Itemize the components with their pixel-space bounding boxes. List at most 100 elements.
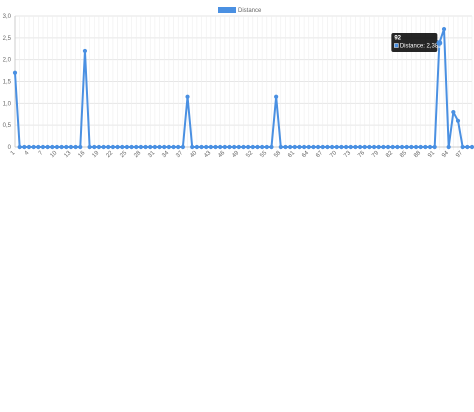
data-point: [325, 144, 330, 150]
data-point: [441, 27, 447, 32]
data-point: [31, 144, 36, 150]
y-tick-label: 1,5: [3, 80, 12, 86]
x-tick-label: 97: [455, 150, 464, 159]
line-chart: 00,51,01,52,02,53,01 4 7 10 13 16 19 22 25 28 31 34…: [3, 7, 474, 159]
data-point: [227, 144, 232, 150]
data-point: [194, 144, 199, 150]
legend-swatch: [218, 7, 236, 13]
data-point: [92, 144, 97, 150]
data-point: [115, 144, 120, 150]
data-point: [82, 48, 88, 54]
legend-label: Distance: [238, 8, 262, 14]
data-point: [339, 144, 344, 150]
x-tick-label: 1: [10, 150, 17, 157]
x-tick-label: 82: [385, 150, 394, 159]
tooltip-swatch: [394, 43, 399, 48]
data-point: [451, 109, 456, 115]
x-tick-label: 52: [245, 150, 254, 159]
data-point: [143, 144, 148, 150]
data-point: [190, 144, 195, 150]
data-point: [68, 144, 74, 150]
x-tick-label: 22: [105, 150, 114, 159]
data-point: [134, 144, 139, 150]
data-point: [255, 144, 260, 150]
data-point: [320, 144, 325, 150]
x-tick-label: 13: [63, 150, 72, 159]
data-point: [432, 144, 437, 150]
data-point: [316, 144, 321, 150]
x-tick-label: 64: [301, 150, 310, 159]
data-point: [50, 144, 55, 150]
data-point: [22, 144, 27, 150]
data-point: [399, 144, 405, 150]
data-point: [385, 144, 391, 150]
chart-container: 0 0,5 1,0 1,5 2,0 2,5 3,0 1 4 7 10 13 16 19 22 25 28 31 34…: [0, 0, 474, 412]
data-point: [330, 144, 335, 150]
x-tick-label: 31: [147, 150, 156, 159]
data-point: [413, 144, 419, 150]
x-tick-label: 85: [399, 150, 408, 159]
y-tick-label: 1,0: [3, 101, 12, 107]
data-point: [334, 144, 339, 150]
tooltip-label: Distance: 2,382: [400, 43, 442, 49]
tooltip-point: [436, 40, 443, 46]
x-tick-label: 25: [119, 150, 128, 159]
data-point: [376, 144, 381, 150]
x-tick-label: 58: [273, 150, 282, 159]
data-point: [54, 144, 60, 150]
x-tick-label: 79: [371, 150, 380, 159]
data-point: [162, 144, 167, 150]
data-point: [59, 144, 64, 150]
data-point: [138, 144, 144, 150]
data-point: [246, 144, 251, 150]
data-point: [311, 144, 316, 150]
data-point: [213, 144, 218, 150]
data-point: [176, 144, 181, 150]
data-point: [180, 144, 185, 150]
data-point: [357, 144, 363, 150]
data-point: [381, 144, 386, 150]
data-point: [404, 144, 409, 150]
data-point: [17, 144, 22, 150]
data-point: [204, 144, 209, 150]
data-point: [465, 144, 470, 150]
data-point: [418, 144, 423, 150]
data-point: [73, 144, 78, 150]
x-tick-label: 40: [189, 150, 198, 159]
data-point: [288, 144, 293, 150]
data-point: [232, 144, 237, 150]
data-point: [348, 144, 353, 150]
x-tick-label: 76: [357, 150, 366, 159]
x-tick-label: 37: [175, 150, 184, 159]
data-point: [362, 144, 367, 150]
data-point: [129, 144, 134, 150]
data-point: [469, 144, 474, 150]
data-point: [78, 144, 83, 150]
data-point: [236, 144, 241, 150]
data-point: [157, 144, 162, 150]
data-point: [45, 144, 50, 150]
data-point: [460, 144, 465, 150]
data-point: [171, 144, 176, 150]
x-tick-label: 70: [329, 150, 338, 159]
data-point: [423, 144, 428, 150]
y-tick-label: 2,0: [3, 58, 12, 64]
data-point: [148, 144, 153, 150]
x-tick-label: 49: [231, 150, 240, 159]
x-tick-label: 28: [133, 150, 142, 159]
x-tick-label: 16: [77, 150, 86, 159]
data-point: [185, 94, 190, 99]
data-point: [218, 144, 223, 150]
data-point: [371, 144, 377, 150]
data-point: [367, 144, 372, 150]
data-point: [166, 144, 171, 150]
data-point: [269, 144, 274, 150]
data-point: [12, 70, 18, 75]
x-tick-label: 61: [287, 150, 296, 159]
data-point: [26, 144, 32, 150]
x-tick-label: 73: [343, 150, 352, 159]
data-point: [36, 144, 41, 150]
x-tick-label: 19: [91, 150, 100, 159]
y-tick-label: 2,5: [3, 36, 12, 42]
x-tick-label: 88: [413, 150, 422, 159]
